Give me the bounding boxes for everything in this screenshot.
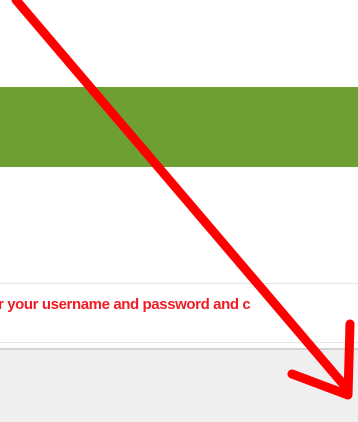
header-banner xyxy=(0,87,358,167)
login-page: r your username and password and c xyxy=(0,0,358,422)
error-message-text: r your username and password and c xyxy=(0,296,251,313)
form-footer-bar xyxy=(0,348,358,422)
error-message-box xyxy=(0,283,358,343)
